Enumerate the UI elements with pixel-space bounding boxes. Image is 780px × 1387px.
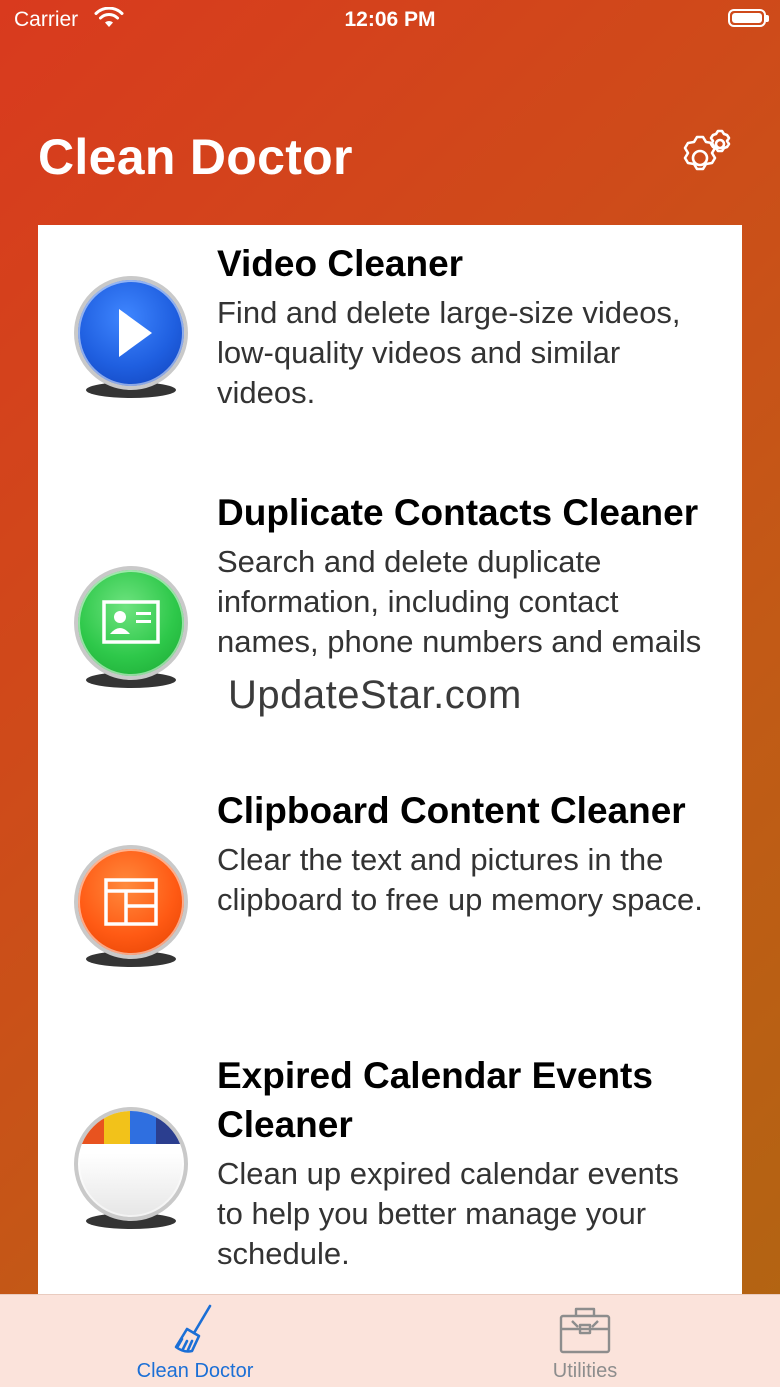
- calendar-icon: [74, 1107, 188, 1229]
- feature-description: Search and delete duplicate information,…: [217, 544, 702, 659]
- battery-icon: [728, 9, 769, 27]
- duplicate-contacts-cleaner-item[interactable]: Duplicate Contacts Cleaner Search and de…: [38, 484, 742, 774]
- broom-icon: [174, 1304, 212, 1353]
- tab-label: Clean Doctor: [136, 1360, 254, 1382]
- expired-calendar-events-cleaner-item[interactable]: Expired Calendar Events Cleaner Clean up…: [38, 1047, 742, 1287]
- feature-description: Clean up expired calendar events to help…: [217, 1156, 679, 1271]
- feature-list: Video Cleaner Find and delete large-size…: [38, 225, 742, 1294]
- settings-gear-icon[interactable]: [674, 128, 736, 190]
- tab-clean-doctor[interactable]: Clean Doctor: [0, 1295, 390, 1387]
- tab-label: Utilities: [552, 1360, 618, 1382]
- play-icon: [74, 276, 188, 398]
- page-title: Clean Doctor: [38, 129, 353, 185]
- clipboard-content-cleaner-item[interactable]: Clipboard Content Cleaner Clear the text…: [38, 782, 742, 1032]
- feature-title: Video Cleaner: [217, 243, 464, 284]
- feature-description: Clear the text and pictures in the clipb…: [217, 842, 703, 917]
- clock: 12:06 PM: [344, 8, 436, 31]
- clipboard-layout-icon: [74, 845, 188, 967]
- video-cleaner-item[interactable]: Video Cleaner Find and delete large-size…: [38, 235, 742, 455]
- feature-description: Find and delete large-size videos, low-q…: [217, 295, 681, 410]
- toolbox-icon: [559, 1307, 611, 1354]
- status-bar: Carrier 12:06 PM: [0, 0, 780, 40]
- feature-title: Clipboard Content Cleaner: [217, 790, 686, 831]
- feature-title: Expired Calendar Events Cleaner: [217, 1055, 653, 1145]
- contact-card-icon: [74, 566, 188, 688]
- tab-utilities[interactable]: Utilities: [390, 1295, 780, 1387]
- tab-bar: Clean Doctor Utilities: [0, 1294, 780, 1387]
- feature-title: Duplicate Contacts Cleaner: [217, 492, 699, 533]
